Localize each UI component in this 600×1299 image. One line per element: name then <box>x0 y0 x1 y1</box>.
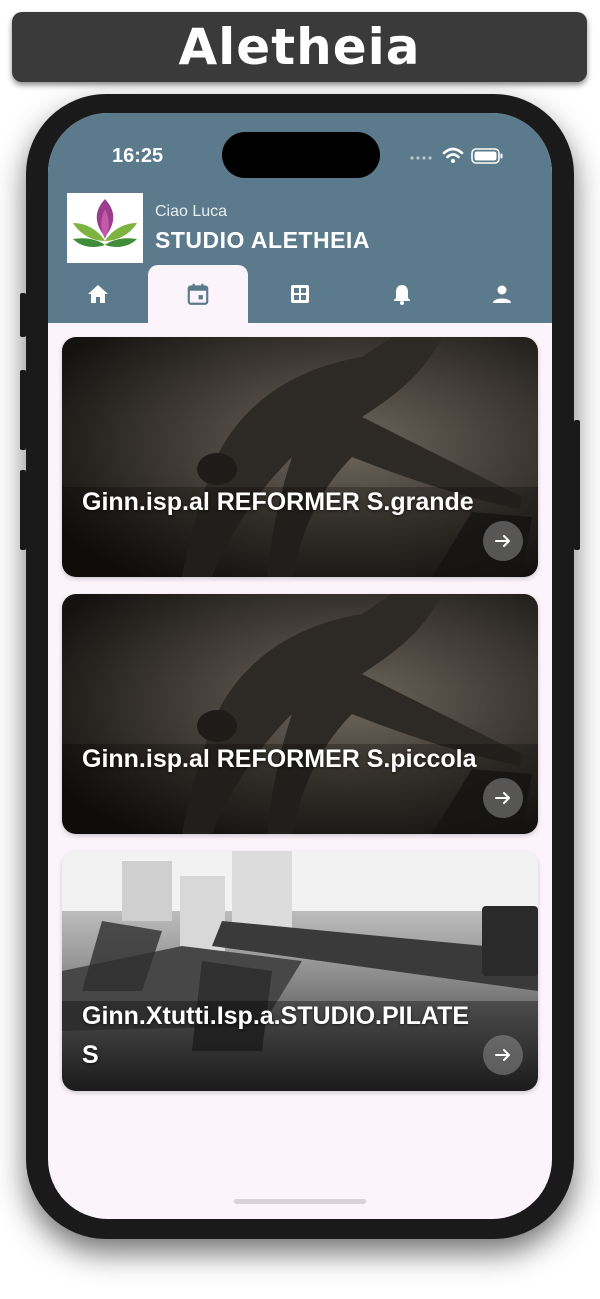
wifi-dot <box>451 159 455 163</box>
status-time: 16:25 <box>112 145 164 167</box>
arrow-right-icon <box>495 792 510 804</box>
studio-name: STUDIO ALETHEIA <box>155 227 370 253</box>
tab-calendar[interactable] <box>148 265 248 323</box>
wifi-icon <box>442 147 464 159</box>
arrow-right-icon <box>495 535 510 547</box>
bell-icon <box>394 285 410 305</box>
card-arrow-button[interactable] <box>483 521 523 561</box>
power-button <box>574 420 580 550</box>
card-arrow-button[interactable] <box>483 778 523 818</box>
dynamic-island <box>222 132 380 178</box>
tab-notifications[interactable] <box>352 265 452 323</box>
person-icon <box>493 285 511 303</box>
course-title: Ginn.isp.al REFORMER S.piccola <box>82 745 477 773</box>
volume-up-button <box>20 370 26 450</box>
greeting-text: Ciao Luca <box>155 203 228 220</box>
home-icon <box>88 285 108 303</box>
status-icons <box>406 145 506 169</box>
app-name-title: Aletheia <box>178 18 421 76</box>
course-card[interactable]: Ginn.Xtutti.Isp.a.STUDIO.PILATES <box>62 851 538 1091</box>
tab-profile[interactable] <box>452 265 552 323</box>
pilates-pose-photo <box>62 594 538 834</box>
grid-icon <box>291 285 309 303</box>
course-title: Ginn.Xtutti.Isp.a.STUDIO.PILATES <box>82 1002 470 1069</box>
arrow-right-icon <box>495 1049 510 1061</box>
tab-grid[interactable] <box>250 265 350 323</box>
cellular-signal-icon <box>410 156 432 160</box>
action-button <box>20 293 26 337</box>
tab-home[interactable] <box>48 265 148 323</box>
lotus-logo-icon <box>67 193 143 263</box>
pilates-pose-photo <box>62 337 538 577</box>
course-title: Ginn.isp.al REFORMER S.grande <box>82 488 474 516</box>
app-screen: 16:25 Ciao Luca STUDIO ALETHEIA Ginn.isp… <box>48 113 552 1219</box>
app-name-banner: Aletheia <box>12 12 587 82</box>
calendar-icon <box>187 283 209 305</box>
app-header: 16:25 Ciao Luca STUDIO ALETHEIA <box>48 113 552 323</box>
home-indicator <box>234 1199 366 1204</box>
course-card[interactable]: Ginn.isp.al REFORMER S.grande <box>62 337 538 577</box>
course-card[interactable]: Ginn.isp.al REFORMER S.piccola <box>62 594 538 834</box>
card-arrow-button[interactable] <box>483 1035 523 1075</box>
battery-icon <box>471 148 503 164</box>
volume-down-button <box>20 470 26 550</box>
